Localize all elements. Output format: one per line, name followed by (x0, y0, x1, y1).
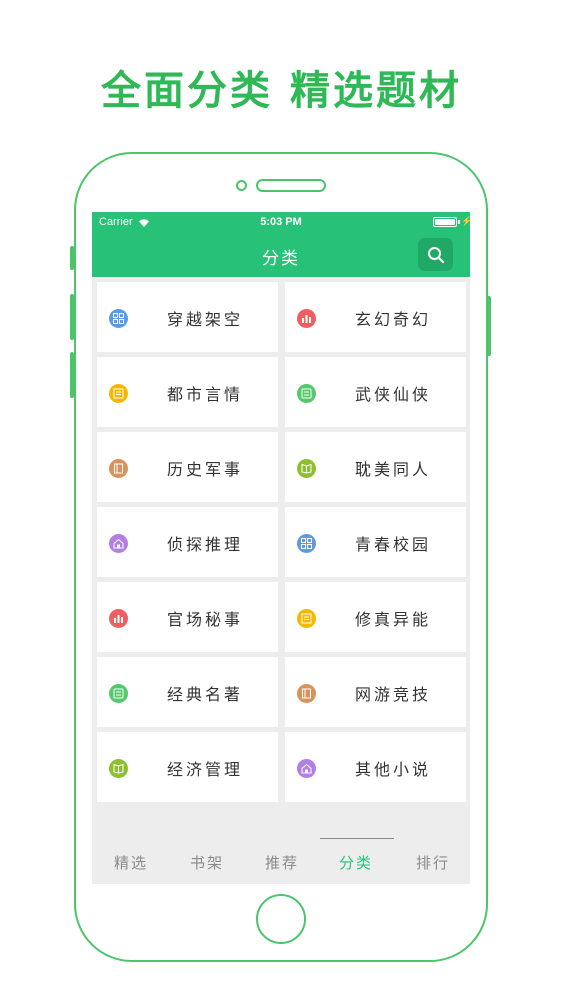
tab-featured[interactable]: 精选 (114, 852, 148, 873)
chart-icon (109, 609, 128, 628)
category-cell[interactable]: 穿越架空 (97, 282, 278, 352)
category-cell[interactable]: 都市言情 (97, 357, 278, 427)
home-icon (109, 534, 128, 553)
tab-rankings[interactable]: 排行 (416, 852, 450, 873)
category-label: 其他小说 (355, 760, 432, 779)
app-screen: Carrier 5:03 PM ⚡ 分类 穿越架空 玄幻奇幻都市言情 武侠仙侠历史军… (92, 212, 470, 884)
home-icon (297, 759, 316, 778)
volume-down-button (70, 352, 74, 398)
list-icon (109, 684, 128, 703)
page-title: 分类 (262, 249, 300, 269)
tab-indicator (320, 838, 394, 839)
category-cell[interactable]: 武侠仙侠 (285, 357, 466, 427)
document-icon (109, 384, 128, 403)
search-button[interactable] (418, 238, 453, 271)
charging-bolt-icon: ⚡ (461, 216, 470, 226)
tab-bar: 精选 书架 推荐 分类 排行 (92, 814, 470, 884)
category-label: 武侠仙侠 (355, 385, 432, 404)
category-cell[interactable]: 修真异能 (285, 582, 466, 652)
category-label: 网游竞技 (355, 685, 432, 704)
volume-up-button (70, 294, 74, 340)
category-label: 历史军事 (167, 460, 244, 479)
battery-icon: ⚡ (433, 216, 470, 227)
grid-icon (109, 309, 128, 328)
grid-icon (297, 534, 316, 553)
category-label: 穿越架空 (167, 310, 244, 329)
category-cell[interactable]: 玄幻奇幻 (285, 282, 466, 352)
mute-switch (70, 246, 74, 270)
search-icon (427, 246, 444, 263)
category-label: 经济管理 (167, 760, 244, 779)
category-label: 侦探推理 (167, 535, 244, 554)
document-icon (297, 609, 316, 628)
category-label: 官场秘事 (167, 610, 244, 629)
tab-recommended[interactable]: 推荐 (265, 852, 299, 873)
open-book-icon (109, 759, 128, 778)
home-button[interactable] (256, 894, 306, 944)
category-cell[interactable]: 官场秘事 (97, 582, 278, 652)
category-label: 都市言情 (167, 385, 244, 404)
tab-categories[interactable]: 分类 (339, 852, 373, 873)
category-cell[interactable]: 经典名著 (97, 657, 278, 727)
power-button (487, 296, 491, 356)
category-label: 耽美同人 (355, 460, 432, 479)
tab-bookshelf[interactable]: 书架 (190, 852, 224, 873)
front-camera (236, 180, 247, 191)
category-label: 青春校园 (355, 535, 432, 554)
earpiece-speaker (256, 179, 326, 192)
book-icon (109, 459, 128, 478)
chart-icon (297, 309, 316, 328)
status-time: 5:03 PM (260, 216, 302, 228)
category-cell[interactable]: 耽美同人 (285, 432, 466, 502)
category-cell[interactable]: 网游竞技 (285, 657, 466, 727)
book-icon (297, 684, 316, 703)
open-book-icon (297, 459, 316, 478)
category-cell[interactable]: 历史军事 (97, 432, 278, 502)
category-cell[interactable]: 经济管理 (97, 732, 278, 802)
category-cell[interactable]: 青春校园 (285, 507, 466, 577)
category-cell[interactable]: 侦探推理 (97, 507, 278, 577)
list-icon (297, 384, 316, 403)
category-label: 修真异能 (355, 610, 432, 629)
category-label: 经典名著 (167, 685, 244, 704)
category-label: 玄幻奇幻 (355, 310, 432, 329)
category-cell[interactable]: 其他小说 (285, 732, 466, 802)
promo-headline: 全面分类 精选题材 (101, 68, 462, 114)
app-header: Carrier 5:03 PM ⚡ 分类 (92, 212, 470, 277)
status-bar: Carrier 5:03 PM ⚡ (92, 212, 470, 232)
